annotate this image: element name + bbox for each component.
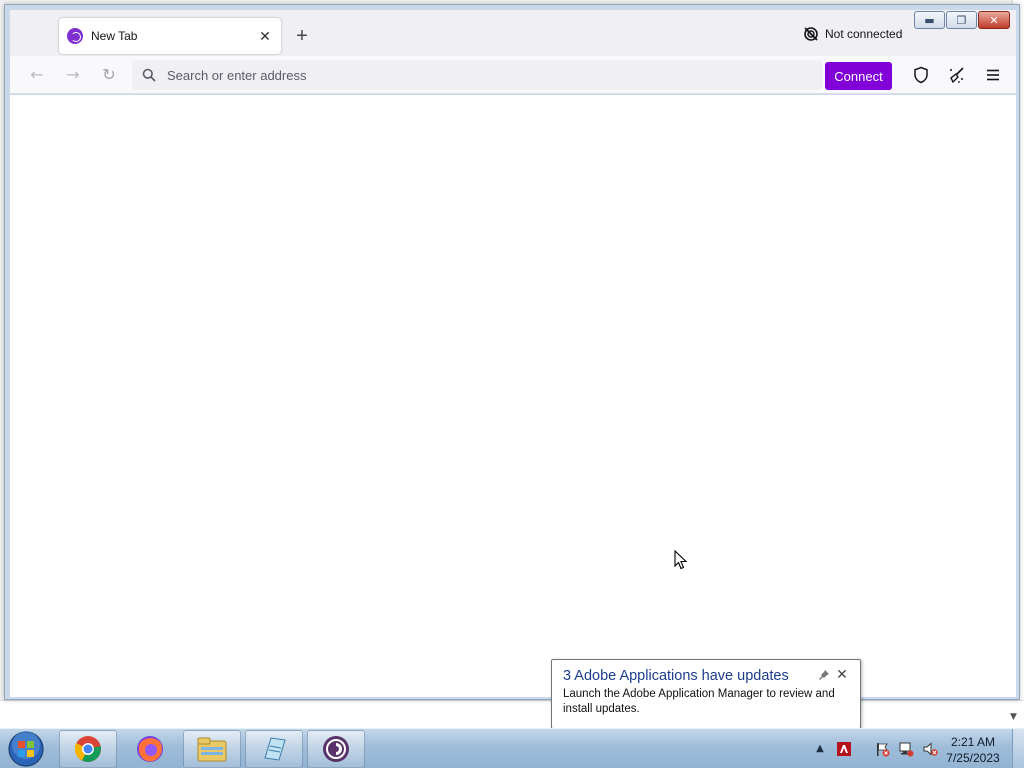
tab-new-tab[interactable]: New Tab ✕ (59, 18, 281, 54)
reload-button[interactable]: ↻ (97, 63, 121, 87)
system-tray: ▲ (812, 729, 946, 768)
network-icon[interactable] (898, 741, 914, 757)
reload-icon: ↻ (102, 65, 116, 84)
action-center-flag-icon[interactable] (874, 741, 890, 757)
address-input[interactable] (167, 67, 767, 83)
forward-button[interactable]: → (61, 63, 85, 87)
notepad-icon (264, 737, 286, 761)
taskbar-clock[interactable]: 2:21 AM 7/25/2023 (940, 734, 1006, 766)
close-icon: ✕ (989, 13, 999, 27)
adobe-update-notification[interactable]: 3 Adobe Applications have updates Launch… (551, 659, 861, 740)
taskbar-chrome[interactable] (59, 730, 117, 768)
shield-icon[interactable] (911, 65, 931, 85)
pin-icon[interactable] (818, 669, 830, 681)
tor-browser-icon (323, 736, 349, 762)
search-icon (142, 68, 156, 82)
adobe-update-icon[interactable] (836, 741, 852, 757)
start-button[interactable] (4, 730, 48, 768)
minimize-icon: ▬ (924, 13, 935, 27)
connection-status[interactable]: Not connected (803, 26, 902, 42)
tab-title: New Tab (91, 29, 138, 43)
connect-button[interactable]: Connect (825, 62, 892, 90)
volume-muted-icon[interactable] (922, 741, 938, 757)
window-controls: ▬ ❐ ✕ (914, 11, 1010, 29)
close-icon[interactable]: ✕ (257, 28, 273, 44)
address-bar[interactable] (132, 60, 822, 90)
file-explorer-icon (197, 737, 227, 762)
new-identity-broom-icon[interactable] (947, 65, 967, 85)
back-arrow-icon: ← (30, 65, 44, 84)
tor-browser-icon (67, 28, 83, 44)
browser-window: New Tab ✕ + Not connected ▬ ❐ ✕ ← → ↻ Se… (4, 4, 1020, 700)
notification-title: 3 Adobe Applications have updates (563, 668, 789, 684)
taskbar: ▲ 2:21 AM 7/25/2023 (0, 728, 1024, 768)
taskbar-notepad[interactable] (245, 730, 303, 768)
firefox-icon (137, 736, 163, 762)
forward-arrow-icon: → (66, 65, 80, 84)
taskbar-firefox[interactable] (121, 730, 179, 768)
clock-date: 7/25/2023 (946, 751, 1000, 765)
notification-body: Launch the Adobe Application Manager to … (563, 688, 835, 715)
navigation-toolbar: ← → ↻ Connect (10, 56, 1016, 94)
clock-time: 2:21 AM (950, 735, 996, 749)
page-content (10, 95, 1016, 697)
scroll-down-icon[interactable]: ▼ (1010, 712, 1017, 722)
show-desktop-button[interactable] (1012, 729, 1024, 768)
menu-icon[interactable] (983, 65, 1003, 85)
not-connected-icon (804, 27, 818, 41)
chrome-icon (74, 736, 101, 762)
restore-icon: ❐ (956, 13, 967, 27)
taskbar-file-explorer[interactable] (183, 730, 241, 768)
connection-status-label: Not connected (825, 27, 903, 41)
back-button[interactable]: ← (25, 63, 49, 87)
maximize-button[interactable]: ❐ (946, 11, 977, 29)
show-hidden-icons-icon[interactable]: ▲ (812, 741, 828, 757)
taskbar-tor-browser[interactable] (307, 730, 365, 768)
close-icon[interactable]: ✕ (835, 668, 849, 682)
background-window-strip (0, 700, 1024, 728)
mouse-cursor-icon (674, 550, 688, 570)
tab-strip: New Tab ✕ + Not connected ▬ ❐ ✕ (10, 10, 1016, 56)
new-tab-button[interactable]: + (291, 26, 313, 48)
close-window-button[interactable]: ✕ (978, 11, 1010, 29)
minimize-button[interactable]: ▬ (914, 11, 945, 29)
